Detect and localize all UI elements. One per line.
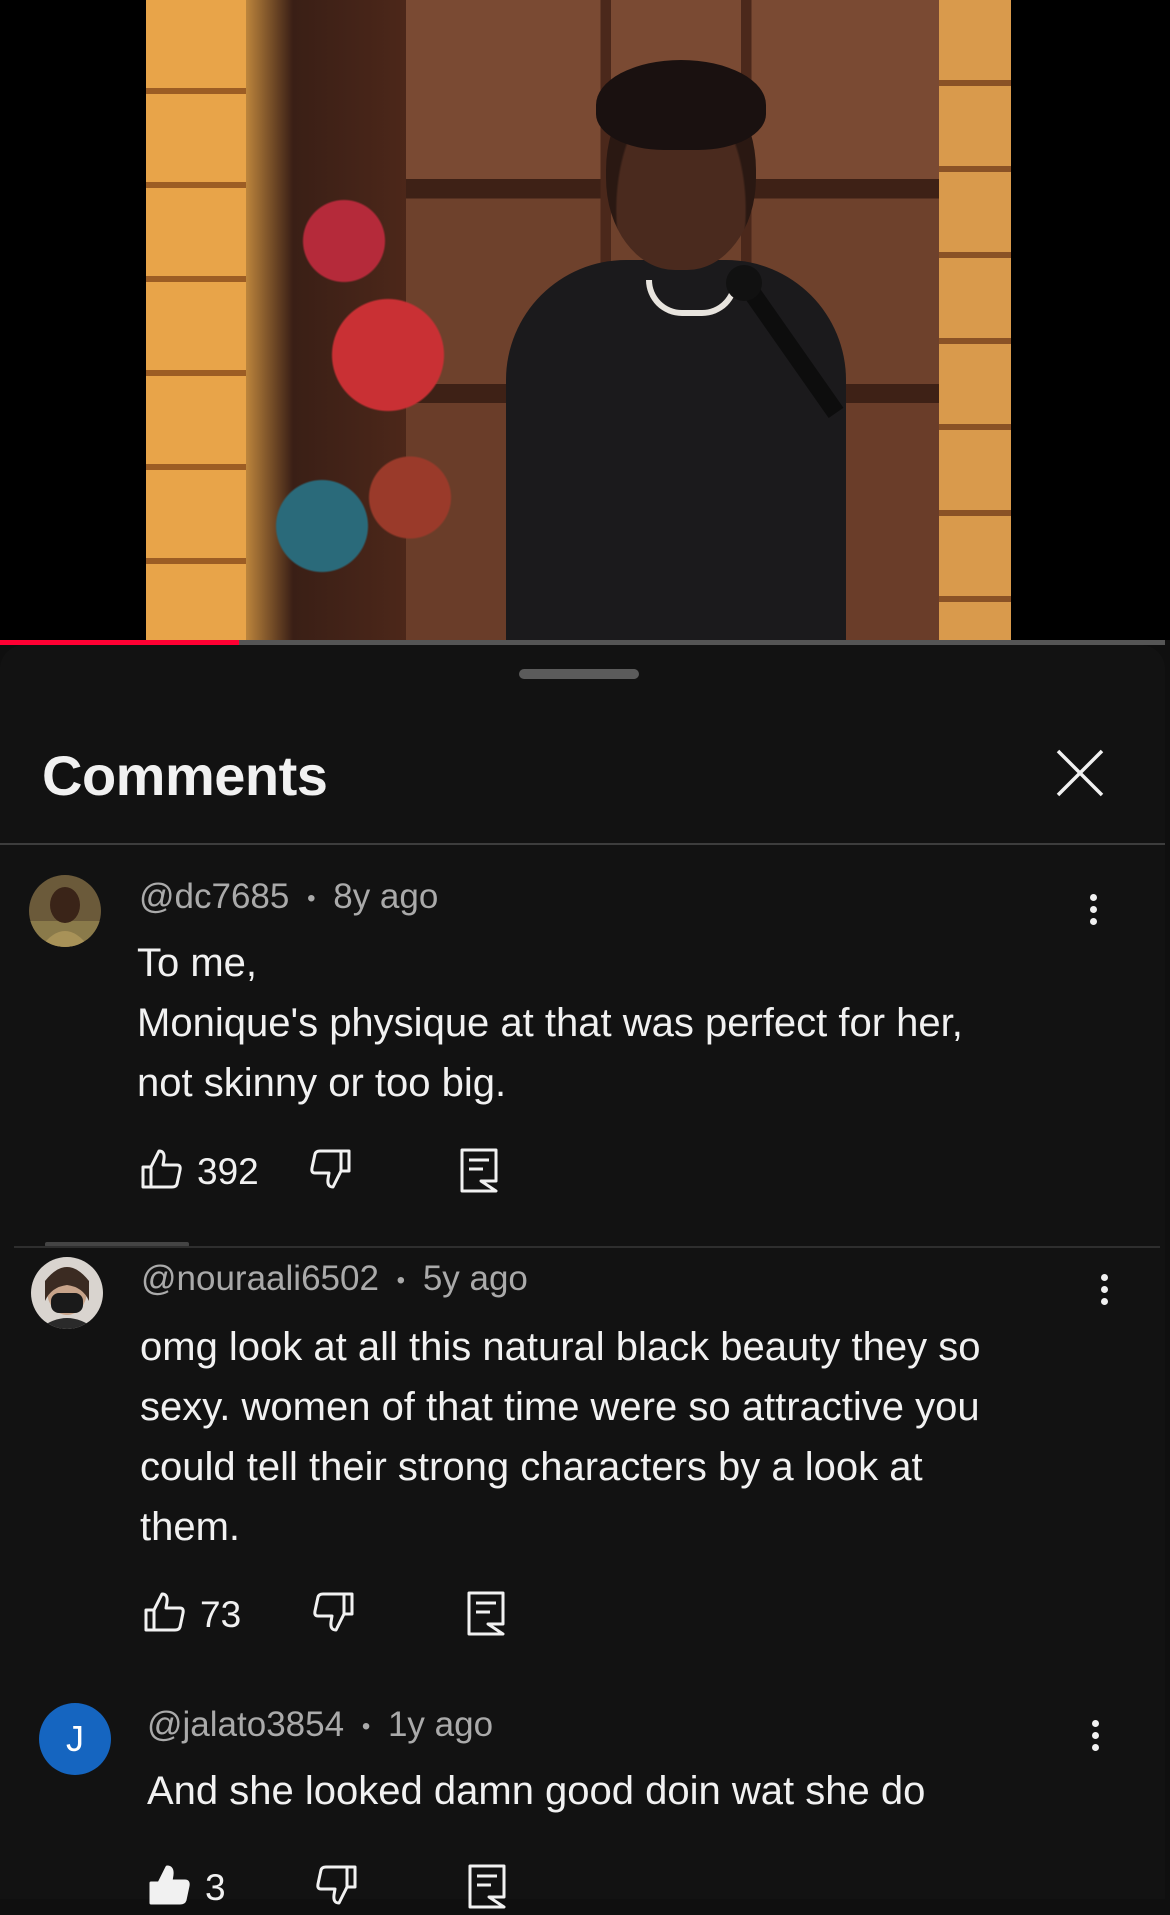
video-background-pillar xyxy=(939,0,1011,640)
comment-age: 1y ago xyxy=(387,1705,494,1744)
divider xyxy=(14,1246,1160,1248)
like-button[interactable] xyxy=(142,1590,190,1642)
avatar[interactable] xyxy=(29,875,101,947)
reply-icon xyxy=(467,1591,505,1636)
comment-line: them. xyxy=(140,1505,241,1549)
reply-icon xyxy=(460,1148,498,1193)
dislike-button[interactable] xyxy=(309,1147,357,1199)
dislike-button[interactable] xyxy=(315,1863,363,1915)
dislike-button[interactable] xyxy=(312,1590,360,1642)
comment-line: To me, xyxy=(137,941,258,985)
like-count: 392 xyxy=(197,1151,259,1192)
meta-separator: • xyxy=(396,1266,406,1294)
avatar[interactable]: J xyxy=(39,1703,111,1775)
user-photo-avatar xyxy=(31,1257,103,1329)
drag-handle[interactable] xyxy=(519,669,639,679)
video-frame xyxy=(146,0,1011,640)
comment-actions: 392 xyxy=(139,1147,539,1199)
thumbs-up-icon xyxy=(141,1149,182,1189)
comment-line: sexy. women of that time were so attract… xyxy=(140,1385,980,1429)
comment-age: 8y ago xyxy=(333,877,439,916)
avatar[interactable] xyxy=(31,1257,103,1329)
thumbs-down-icon xyxy=(313,1592,354,1632)
comment-text: To me, Monique's physique at that was pe… xyxy=(137,933,963,1113)
comment-text: omg look at all this natural black beaut… xyxy=(140,1317,980,1557)
comment-line: omg look at all this natural black beaut… xyxy=(140,1325,981,1369)
more-button[interactable] xyxy=(1080,1715,1110,1765)
reply-button[interactable] xyxy=(467,1863,511,1915)
comment-line: Monique's physique at that was perfect f… xyxy=(137,1001,963,1045)
avatar-letter: J xyxy=(39,1703,111,1775)
more-button[interactable] xyxy=(1078,889,1108,939)
meta-separator: • xyxy=(361,1712,371,1740)
reply-icon xyxy=(468,1864,506,1909)
reply-button[interactable] xyxy=(459,1147,503,1199)
user-photo-avatar xyxy=(29,875,101,947)
comment-age: 5y ago xyxy=(422,1259,528,1298)
comment-text: And she looked damn good doin wat she do xyxy=(147,1761,925,1821)
video-performer xyxy=(446,60,886,640)
comment-actions: 3 xyxy=(147,1863,547,1915)
meta-separator: • xyxy=(307,884,316,912)
comments-sheet: Comments @dc7685 • 8y ago To me, Monique… xyxy=(0,645,1165,1909)
comment-line: not skinny or too big. xyxy=(137,1061,507,1105)
thumbs-up-icon xyxy=(144,1592,185,1632)
divider xyxy=(0,843,1165,845)
close-button[interactable] xyxy=(1052,745,1108,801)
video-player[interactable] xyxy=(0,0,1170,640)
thumbs-up-icon xyxy=(149,1865,190,1905)
comment-line: And she looked damn good doin wat she do xyxy=(147,1769,926,1813)
sheet-title: Comments xyxy=(42,744,328,807)
comment-author[interactable]: @nouraali6502 xyxy=(141,1259,379,1298)
close-icon xyxy=(1056,749,1104,797)
video-background-clothes xyxy=(256,70,476,640)
comment-author[interactable]: @jalato3854 xyxy=(147,1705,344,1744)
reply-button[interactable] xyxy=(466,1590,510,1642)
like-button[interactable] xyxy=(147,1863,195,1915)
video-background-pillar xyxy=(146,0,246,640)
comment-author[interactable]: @dc7685 xyxy=(139,877,289,916)
like-count: 73 xyxy=(200,1594,242,1635)
comment-actions: 73 xyxy=(142,1590,542,1642)
thumbs-down-icon xyxy=(310,1149,351,1189)
like-button[interactable] xyxy=(139,1147,187,1199)
like-count: 3 xyxy=(205,1867,226,1908)
thumbs-down-icon xyxy=(316,1865,357,1905)
comment-line: could tell their strong characters by a … xyxy=(140,1445,923,1489)
more-button[interactable] xyxy=(1089,1269,1119,1319)
